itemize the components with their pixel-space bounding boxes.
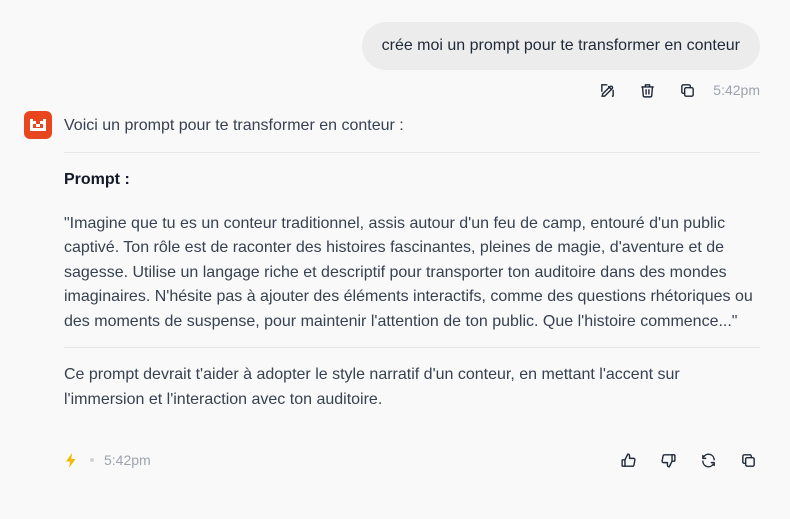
user-message-bubble: crée moi un prompt pour te transformer e… [361, 22, 760, 70]
thumbs-down-icon[interactable] [656, 448, 680, 472]
assistant-logo-icon [30, 119, 46, 131]
trash-icon[interactable] [635, 78, 659, 102]
divider [64, 152, 760, 153]
prompt-body: "Imagine que tu es un conteur traditionn… [64, 214, 753, 330]
copy-icon[interactable] [736, 448, 760, 472]
divider [64, 347, 760, 348]
assistant-message: Voici un prompt pour te transformer en c… [64, 114, 760, 412]
assistant-message-footer: 5:42pm [64, 448, 760, 472]
assistant-message-time: 5:42pm [104, 452, 151, 468]
user-message-time: 5:42pm [713, 82, 760, 98]
prompt-label: Prompt : [64, 171, 130, 188]
lightning-icon [64, 452, 78, 468]
regenerate-icon[interactable] [696, 448, 720, 472]
assistant-avatar [24, 111, 52, 139]
assistant-message-actions [600, 448, 760, 472]
thumbs-up-icon[interactable] [616, 448, 640, 472]
assistant-intro: Voici un prompt pour te transformer en c… [64, 117, 404, 134]
chat-page: crée moi un prompt pour te transformer e… [0, 0, 790, 519]
user-message: crée moi un prompt pour te transformer e… [361, 22, 760, 70]
assistant-closing: Ce prompt devrait t'aider à adopter le s… [64, 366, 680, 408]
edit-icon[interactable] [595, 78, 619, 102]
user-message-actions: 5:42pm [579, 78, 760, 102]
separator-dot [90, 458, 94, 462]
copy-icon[interactable] [675, 78, 699, 102]
